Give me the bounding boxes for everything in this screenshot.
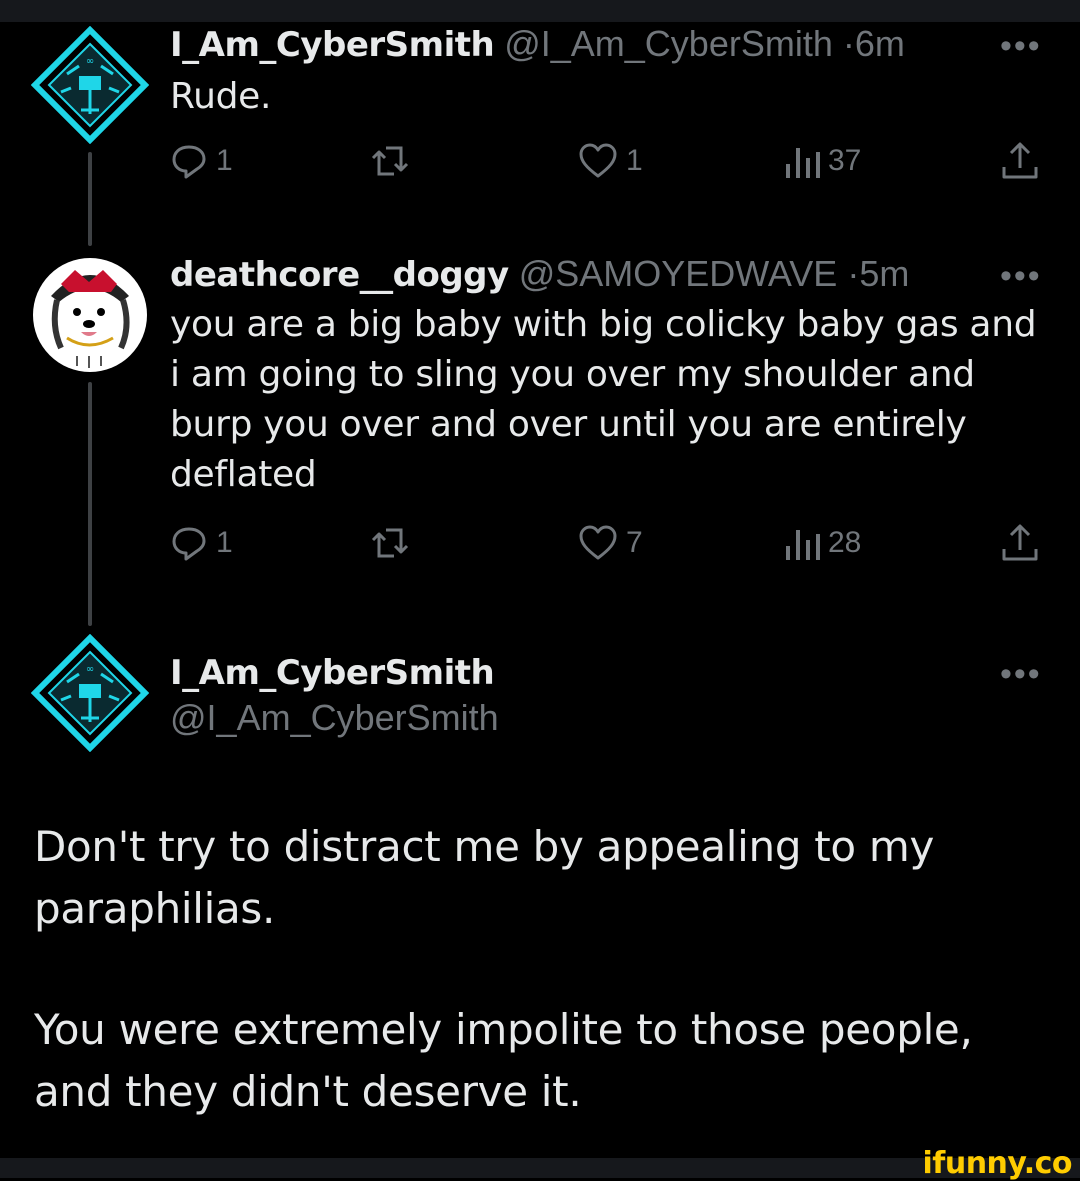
more-icon[interactable]: ••• — [1000, 29, 1042, 63]
share-icon — [1002, 524, 1038, 561]
views-button[interactable]: 28 — [784, 518, 861, 568]
tweet-text: Rude. — [170, 76, 272, 117]
tweet-header: I_Am_CyberSmith @I_Am_CyberSmith ·6m — [170, 22, 905, 67]
display-name[interactable]: I_Am_CyberSmith — [170, 653, 495, 693]
reply-icon — [172, 527, 206, 561]
retweet-button[interactable] — [370, 136, 418, 186]
retweet-icon — [371, 528, 409, 558]
thread-line — [88, 152, 92, 246]
reply-count: 1 — [216, 144, 233, 177]
main-tweet-header: I_Am_CyberSmith — [170, 650, 495, 695]
main-tweet-paragraph: You were extremely impolite to those peo… — [34, 1005, 973, 1116]
timestamp[interactable]: 6m — [855, 23, 905, 64]
reply-icon — [172, 145, 206, 179]
thread-line — [88, 382, 92, 626]
retweet-button[interactable] — [370, 518, 418, 568]
tweet-actions: 1 7 28 — [170, 518, 1050, 568]
tweet-header: deathcore__doggy @SAMOYEDWAVE ·5m — [170, 252, 909, 297]
tweet-actions: 1 1 37 — [170, 136, 1050, 186]
separator: · — [847, 253, 860, 294]
reply-button[interactable]: 1 — [170, 136, 233, 186]
user-handle[interactable]: @I_Am_CyberSmith — [170, 696, 499, 740]
deathcore-doggy-avatar[interactable] — [31, 256, 149, 374]
views-icon — [786, 530, 820, 560]
views-count: 28 — [828, 526, 862, 559]
more-icon[interactable]: ••• — [1000, 259, 1042, 293]
bottom-bar — [0, 1158, 1080, 1178]
top-bar — [0, 0, 1080, 22]
reply-count: 1 — [216, 526, 233, 559]
share-button[interactable] — [1000, 518, 1040, 568]
cybersmith-avatar[interactable]: ∞ — [31, 26, 149, 144]
user-handle[interactable]: @I_Am_CyberSmith — [504, 23, 833, 64]
display-name[interactable]: I_Am_CyberSmith — [170, 25, 495, 65]
display-name[interactable]: deathcore__doggy — [170, 255, 509, 295]
reply-button[interactable]: 1 — [170, 518, 233, 568]
share-icon — [1002, 142, 1038, 179]
more-icon[interactable]: ••• — [1000, 657, 1042, 691]
views-count: 37 — [828, 144, 862, 177]
views-icon — [786, 148, 820, 178]
watermark: ifunny.co — [922, 1146, 1073, 1181]
heart-icon — [579, 143, 617, 178]
timestamp[interactable]: 5m — [859, 253, 909, 294]
views-button[interactable]: 37 — [784, 136, 861, 186]
cybersmith-avatar[interactable]: ∞ — [31, 634, 149, 752]
heart-icon — [579, 525, 617, 560]
main-tweet-paragraph: Don't try to distract me by appealing to… — [34, 822, 935, 933]
user-handle[interactable]: @SAMOYEDWAVE — [519, 253, 838, 294]
like-button[interactable]: 7 — [578, 518, 643, 568]
svg-text:∞: ∞ — [86, 664, 94, 675]
like-count: 7 — [626, 526, 643, 559]
share-button[interactable] — [1000, 136, 1040, 186]
like-button[interactable]: 1 — [578, 136, 643, 186]
like-count: 1 — [626, 144, 643, 177]
tweet-thread: ∞ I_Am_CyberSmith @I_Am_CyberSmith ·6m •… — [0, 0, 1080, 1181]
retweet-icon — [371, 146, 409, 176]
svg-text:∞: ∞ — [86, 56, 94, 67]
tweet-text: you are a big baby with big colicky baby… — [170, 304, 1037, 495]
separator: · — [842, 23, 855, 64]
